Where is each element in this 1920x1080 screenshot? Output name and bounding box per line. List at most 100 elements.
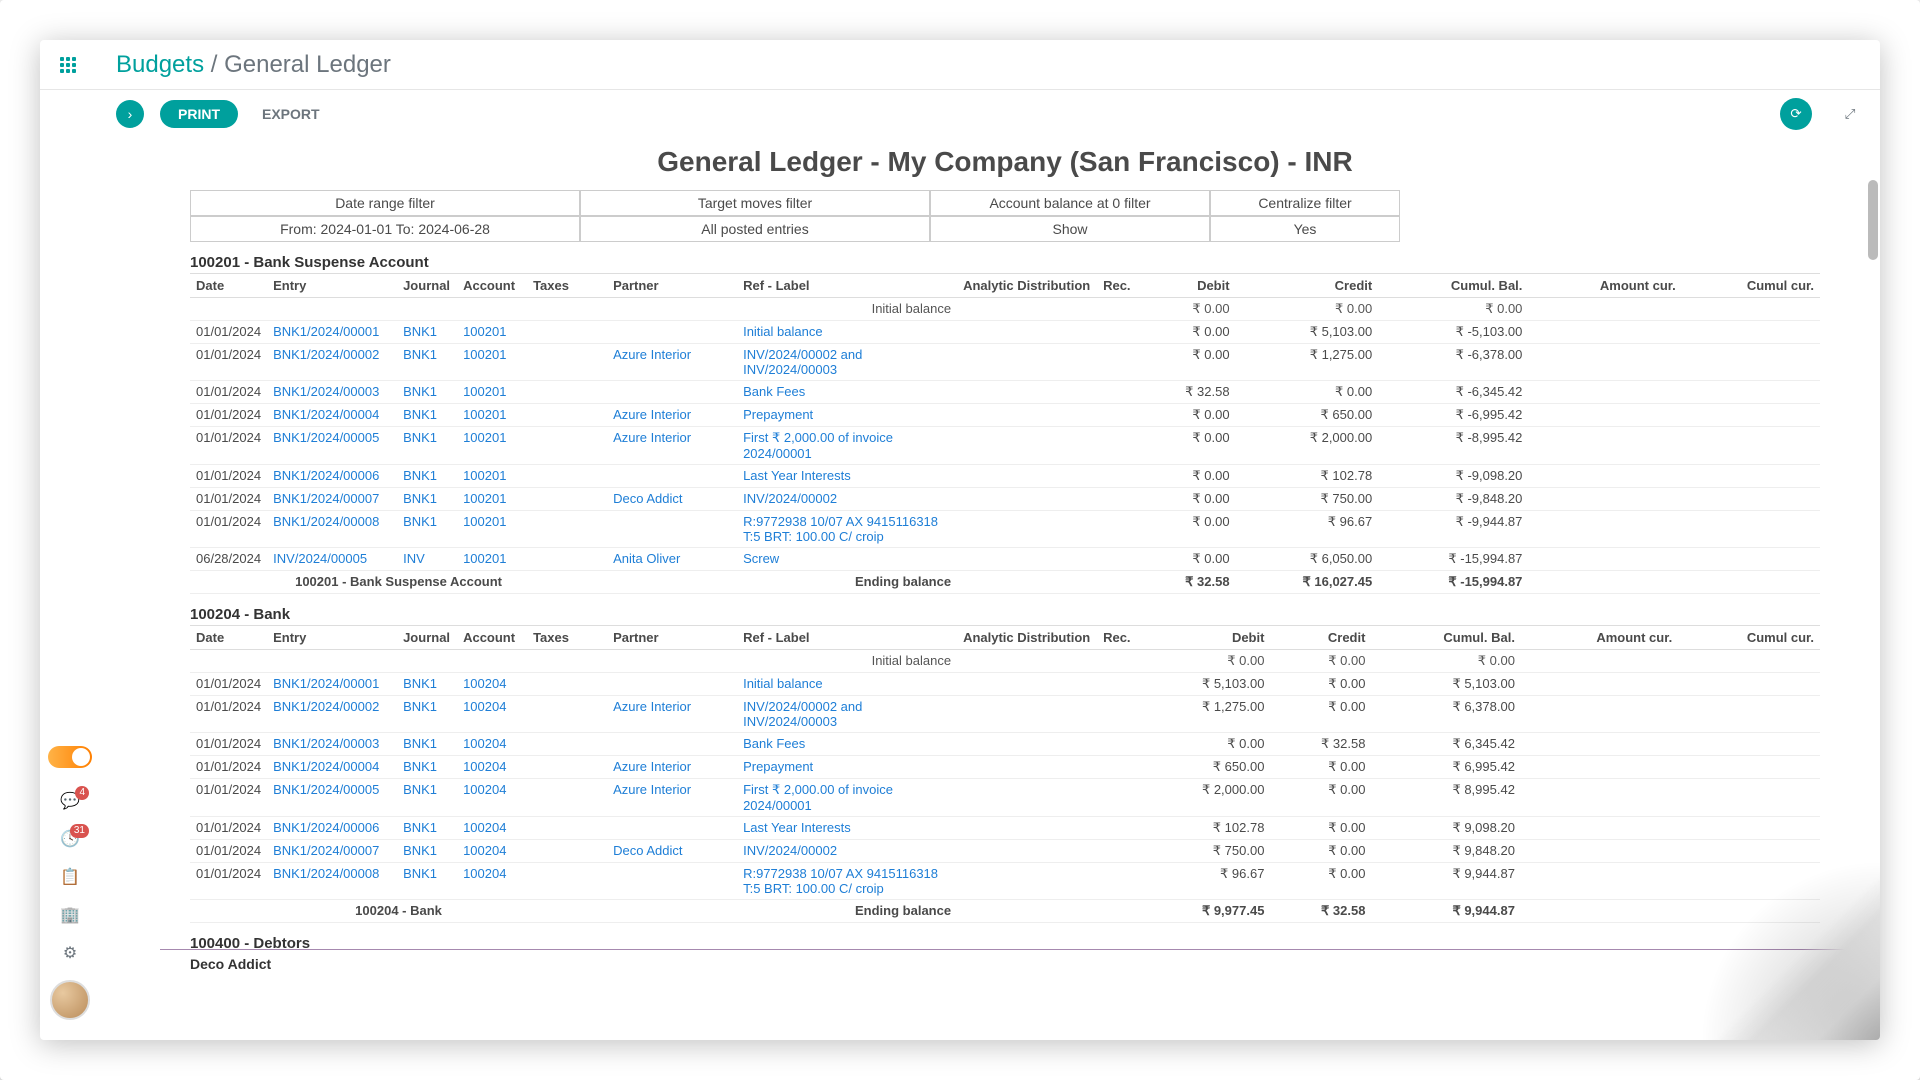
initial-balance-row: Initial balance₹ 0.00₹ 0.00₹ 0.00 [190, 650, 1820, 673]
journal-link[interactable]: INV [403, 551, 425, 566]
ref-link[interactable]: INV/2024/00002 [743, 491, 837, 506]
report-scroll[interactable]: General Ledger - My Company (San Francis… [100, 136, 1880, 1040]
scrollbar-thumb[interactable] [1868, 180, 1878, 260]
breadcrumb-parent[interactable]: Budgets [116, 51, 204, 78]
entry-link[interactable]: BNK1/2024/00006 [273, 468, 379, 483]
ref-link[interactable]: First ₹ 2,000.00 of invoice 2024/00001 [743, 430, 893, 461]
partner-link[interactable]: Azure Interior [613, 347, 691, 362]
ref-link[interactable]: Last Year Interests [743, 820, 851, 835]
account-link[interactable]: 100204 [463, 736, 506, 751]
ledger-row: 01/01/2024BNK1/2024/00006BNK1100201Last … [190, 465, 1820, 488]
entry-link[interactable]: INV/2024/00005 [273, 551, 367, 566]
account-link[interactable]: 100204 [463, 699, 506, 714]
journal-link[interactable]: BNK1 [403, 347, 437, 362]
company-icon[interactable]: 🏢 [59, 904, 81, 926]
account-link[interactable]: 100201 [463, 514, 506, 529]
entry-link[interactable]: BNK1/2024/00003 [273, 384, 379, 399]
partner-link[interactable]: Azure Interior [613, 782, 691, 797]
ledger-row: 01/01/2024BNK1/2024/00005BNK1100204Azure… [190, 779, 1820, 817]
ending-balance-row: 100201 - Bank Suspense AccountEnding bal… [190, 571, 1820, 594]
account-link[interactable]: 100201 [463, 324, 506, 339]
entry-link[interactable]: BNK1/2024/00004 [273, 759, 379, 774]
export-button[interactable]: EXPORT [248, 100, 334, 128]
clipboard-icon[interactable]: 📋 [59, 866, 81, 888]
journal-link[interactable]: BNK1 [403, 820, 437, 835]
ref-link[interactable]: Initial balance [743, 324, 823, 339]
journal-link[interactable]: BNK1 [403, 514, 437, 529]
account-link[interactable]: 100201 [463, 551, 506, 566]
entry-link[interactable]: BNK1/2024/00005 [273, 782, 379, 797]
account-link[interactable]: 100204 [463, 866, 506, 881]
messages-icon[interactable]: 💬4 [59, 790, 81, 812]
journal-link[interactable]: BNK1 [403, 430, 437, 445]
account-link[interactable]: 100201 [463, 384, 506, 399]
account-link[interactable]: 100204 [463, 843, 506, 858]
filter-balance-value: Show [930, 216, 1210, 242]
entry-link[interactable]: BNK1/2024/00005 [273, 430, 379, 445]
entry-link[interactable]: BNK1/2024/00001 [273, 676, 379, 691]
ref-link[interactable]: Last Year Interests [743, 468, 851, 483]
journal-link[interactable]: BNK1 [403, 866, 437, 881]
ref-link[interactable]: R:9772938 10/07 AX 9415116318 T:5 BRT: 1… [743, 866, 938, 896]
ref-link[interactable]: Initial balance [743, 676, 823, 691]
ledger-row: 01/01/2024BNK1/2024/00005BNK1100201Azure… [190, 427, 1820, 465]
journal-link[interactable]: BNK1 [403, 699, 437, 714]
avatar[interactable] [50, 980, 90, 1020]
ref-link[interactable]: Screw [743, 551, 779, 566]
entry-link[interactable]: BNK1/2024/00007 [273, 843, 379, 858]
journal-link[interactable]: BNK1 [403, 324, 437, 339]
entry-link[interactable]: BNK1/2024/00003 [273, 736, 379, 751]
apps-icon[interactable] [60, 57, 76, 73]
entry-link[interactable]: BNK1/2024/00002 [273, 347, 379, 362]
entry-link[interactable]: BNK1/2024/00001 [273, 324, 379, 339]
report-title: General Ledger - My Company (San Francis… [190, 146, 1820, 178]
activities-icon[interactable]: 🕓31 [59, 828, 81, 850]
partner-link[interactable]: Azure Interior [613, 759, 691, 774]
gear-icon[interactable]: ⚙ [59, 942, 81, 964]
partner-link[interactable]: Azure Interior [613, 699, 691, 714]
partner-link[interactable]: Azure Interior [613, 430, 691, 445]
journal-link[interactable]: BNK1 [403, 782, 437, 797]
ref-link[interactable]: Prepayment [743, 759, 813, 774]
entry-link[interactable]: BNK1/2024/00006 [273, 820, 379, 835]
journal-link[interactable]: BNK1 [403, 676, 437, 691]
ref-link[interactable]: Bank Fees [743, 736, 805, 751]
account-link[interactable]: 100204 [463, 759, 506, 774]
expand-icon[interactable]: ⤢ [1836, 100, 1864, 128]
journal-link[interactable]: BNK1 [403, 407, 437, 422]
partner-link[interactable]: Anita Oliver [613, 551, 680, 566]
ref-link[interactable]: Bank Fees [743, 384, 805, 399]
account-link[interactable]: 100201 [463, 491, 506, 506]
partner-link[interactable]: Azure Interior [613, 407, 691, 422]
print-button[interactable]: PRINT [160, 100, 238, 128]
ref-link[interactable]: R:9772938 10/07 AX 9415116318 T:5 BRT: 1… [743, 514, 938, 544]
account-link[interactable]: 100204 [463, 782, 506, 797]
account-link[interactable]: 100201 [463, 430, 506, 445]
entry-link[interactable]: BNK1/2024/00004 [273, 407, 379, 422]
journal-link[interactable]: BNK1 [403, 491, 437, 506]
account-link[interactable]: 100201 [463, 347, 506, 362]
entry-link[interactable]: BNK1/2024/00002 [273, 699, 379, 714]
ref-link[interactable]: INV/2024/00002 [743, 843, 837, 858]
ref-link[interactable]: INV/2024/00002 and INV/2024/00003 [743, 699, 862, 729]
account-link[interactable]: 100204 [463, 676, 506, 691]
journal-link[interactable]: BNK1 [403, 736, 437, 751]
partner-link[interactable]: Deco Addict [613, 843, 682, 858]
journal-link[interactable]: BNK1 [403, 843, 437, 858]
theme-toggle[interactable] [48, 746, 92, 768]
ref-link[interactable]: Prepayment [743, 407, 813, 422]
ref-link[interactable]: INV/2024/00002 and INV/2024/00003 [743, 347, 862, 377]
journal-link[interactable]: BNK1 [403, 468, 437, 483]
account-link[interactable]: 100204 [463, 820, 506, 835]
entry-link[interactable]: BNK1/2024/00007 [273, 491, 379, 506]
panel-collapse-icon[interactable]: › [116, 100, 144, 128]
account-link[interactable]: 100201 [463, 468, 506, 483]
partner-link[interactable]: Deco Addict [613, 491, 682, 506]
account-link[interactable]: 100201 [463, 407, 506, 422]
journal-link[interactable]: BNK1 [403, 759, 437, 774]
entry-link[interactable]: BNK1/2024/00008 [273, 866, 379, 881]
ref-link[interactable]: First ₹ 2,000.00 of invoice 2024/00001 [743, 782, 893, 813]
entry-link[interactable]: BNK1/2024/00008 [273, 514, 379, 529]
refresh-icon[interactable]: ⟳ [1780, 98, 1812, 130]
journal-link[interactable]: BNK1 [403, 384, 437, 399]
